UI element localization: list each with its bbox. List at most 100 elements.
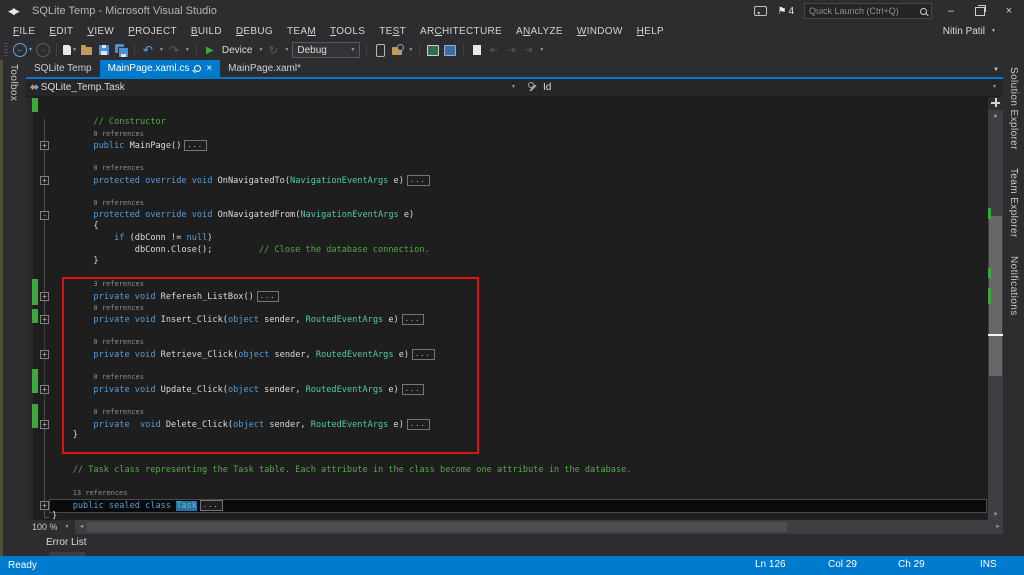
chevron-down-icon[interactable]: ▼ [72, 47, 77, 53]
code-line[interactable]: 0 references [52, 163, 144, 175]
menu-item[interactable]: TOOLS [323, 24, 372, 39]
close-tab-icon[interactable]: × [206, 64, 212, 74]
pin-icon[interactable] [194, 65, 201, 72]
tab-mainpage-xaml[interactable]: MainPage.xaml* [220, 60, 309, 77]
chevron-down-icon[interactable]: ▼ [258, 47, 263, 53]
collapsed-region-box[interactable]: ... [184, 140, 207, 151]
code-line[interactable]: { [52, 221, 99, 233]
code-line[interactable]: public MainPage()... [52, 140, 207, 152]
menu-item[interactable]: EDIT [42, 24, 80, 39]
undo-icon[interactable]: ↶ [141, 42, 155, 58]
fold-toggle-icon[interactable]: - [40, 211, 49, 220]
code-line[interactable]: } [52, 511, 57, 520]
chevron-down-icon[interactable]: ▼ [28, 47, 33, 53]
uncomment-icon[interactable] [444, 45, 456, 56]
code-editor[interactable]: // Constructor 0 references public MainP… [26, 97, 1003, 520]
class-dropdown[interactable]: ◆◆ SQLite_Temp.Task ▼ [26, 79, 522, 96]
fold-toggle-icon[interactable]: + [40, 315, 49, 324]
previous-bookmark-icon[interactable]: ⇤ [487, 42, 501, 58]
sidebar-tab-solution-explorer[interactable]: Solution Explorer [1003, 63, 1024, 154]
code-line[interactable]: if (dbConn != null) [52, 233, 212, 245]
code-line[interactable]: protected override void OnNavigatedFrom(… [52, 210, 414, 222]
code-line[interactable]: } [52, 256, 99, 268]
error-list-title[interactable]: Error List [46, 537, 87, 548]
fold-toggle-icon[interactable]: + [40, 501, 49, 510]
collapsed-region-box[interactable]: ... [407, 175, 430, 186]
menu-item[interactable]: ARCHITECTURE [413, 24, 509, 39]
splitter-handle-icon[interactable] [988, 97, 1003, 110]
scroll-left-icon[interactable]: ◄ [75, 524, 84, 530]
menu-item[interactable]: DEBUG [229, 24, 280, 39]
fold-toggle-icon[interactable]: + [40, 350, 49, 359]
code-line[interactable]: 0 references [52, 129, 144, 141]
fold-toggle-icon[interactable]: + [40, 176, 49, 185]
document-list-dropdown-icon[interactable]: ▼ [993, 67, 999, 73]
fold-toggle-icon[interactable]: + [40, 141, 49, 150]
menu-item[interactable]: TEAM [280, 24, 323, 39]
code-line[interactable]: protected override void OnNavigatedTo(Na… [52, 175, 430, 187]
code-segment: 0 references [93, 199, 144, 207]
menu-item[interactable]: HELP [630, 24, 671, 39]
scroll-right-icon[interactable]: ► [995, 524, 1001, 530]
scrollbar-thumb[interactable] [87, 522, 787, 532]
scroll-up-icon[interactable]: ▲ [988, 110, 1003, 122]
member-dropdown[interactable]: Id ▼ [522, 79, 1003, 96]
save-all-icon[interactable] [115, 44, 127, 56]
clear-bookmarks-icon[interactable]: ⇥ [521, 42, 535, 58]
menu-item[interactable]: VIEW [80, 24, 121, 39]
feedback-icon[interactable] [754, 6, 767, 16]
scroll-down-icon[interactable]: ▼ [988, 509, 1003, 520]
start-debug-icon[interactable]: ▶ [203, 42, 217, 58]
solution-configuration-select[interactable]: Debug ▼ [292, 42, 360, 58]
navigate-backward-icon[interactable]: ← [13, 43, 27, 57]
quick-launch-input[interactable]: Quick Launch (Ctrl+Q) [804, 3, 932, 19]
sidebar-tab-toolbox[interactable]: Toolbox [3, 60, 24, 105]
open-file-icon[interactable] [81, 47, 92, 55]
fold-toggle-icon[interactable]: + [40, 385, 49, 394]
close-button[interactable]: × [1000, 5, 1018, 17]
notifications-flag[interactable]: ⚑ 4 [777, 6, 794, 17]
collapsed-region-box[interactable]: ... [200, 500, 223, 511]
code-line[interactable]: dbConn.Close(); // Close the database co… [52, 245, 430, 257]
code-line[interactable]: public sealed class Task... [52, 500, 223, 512]
device-target-label[interactable]: Device [222, 45, 253, 56]
new-item-icon[interactable] [63, 45, 71, 55]
vertical-scrollbar[interactable]: ▲ ▼ [988, 97, 1003, 520]
bookmark-icon[interactable] [473, 45, 481, 55]
menu-item[interactable]: TEST [372, 24, 413, 39]
toolbar-overflow-icon[interactable]: ▼ [539, 47, 544, 53]
code-line[interactable]: 13 references [52, 488, 128, 500]
menu-item[interactable]: PROJECT [121, 24, 184, 39]
menu-item[interactable]: WINDOW [570, 24, 630, 39]
comment-icon[interactable] [427, 45, 439, 56]
navigate-forward-icon[interactable]: → [36, 43, 50, 57]
code-line[interactable]: // Constructor [52, 117, 166, 129]
toolbar-grip[interactable] [4, 43, 8, 57]
tab-mainpage-xaml-cs[interactable]: MainPage.xaml.cs × [100, 60, 221, 77]
menu-item[interactable]: FILE [6, 24, 42, 39]
restore-button[interactable] [975, 7, 985, 16]
horizontal-scrollbar[interactable]: ◄ ► [75, 520, 1003, 534]
save-icon[interactable] [99, 45, 109, 55]
find-in-files-icon[interactable] [392, 47, 402, 55]
code-line[interactable]: // Task class representing the Task tabl… [52, 465, 631, 477]
user-account-menu[interactable]: Nitin Patil ▼ [943, 26, 996, 37]
tab-sqlite-temp[interactable]: SQLite Temp [26, 60, 100, 77]
chevron-down-icon[interactable]: ▼ [284, 47, 289, 53]
fold-toggle-icon[interactable]: + [40, 292, 49, 301]
next-bookmark-icon[interactable]: ⇥ [504, 42, 518, 58]
redo-icon[interactable]: ↷ [167, 42, 181, 58]
menu-item[interactable]: BUILD [184, 24, 229, 39]
toolbar-overflow-icon[interactable]: ▼ [408, 47, 413, 53]
chevron-down-icon[interactable]: ▼ [159, 47, 164, 53]
refresh-icon[interactable]: ↻ [266, 42, 280, 58]
sidebar-tab-notifications[interactable]: Notifications [1003, 252, 1024, 320]
chevron-down-icon[interactable]: ▼ [185, 47, 190, 53]
zoom-select[interactable]: 100 % ▼ [26, 522, 75, 532]
device-emulator-icon[interactable] [376, 44, 385, 57]
fold-toggle-icon[interactable]: + [40, 420, 49, 429]
minimize-button[interactable]: – [942, 5, 960, 17]
menu-item[interactable]: ANALYZE [509, 24, 570, 39]
code-line[interactable]: 0 references [52, 198, 144, 210]
sidebar-tab-team-explorer[interactable]: Team Explorer [1003, 164, 1024, 242]
